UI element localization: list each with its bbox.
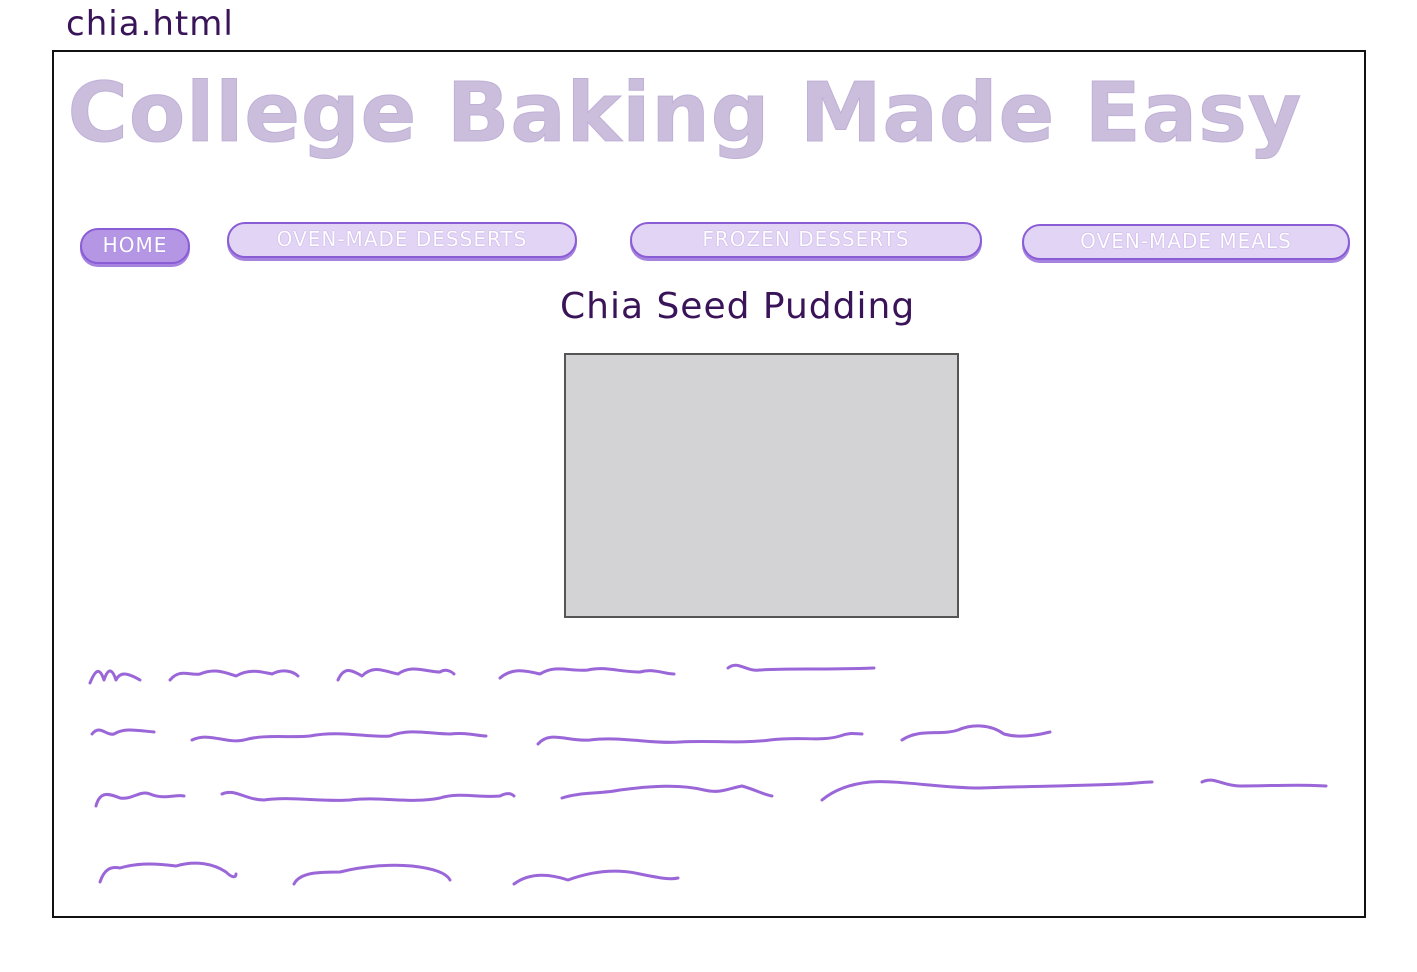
- recipe-title: Chia Seed Pudding: [560, 286, 916, 327]
- nav-oven-made-meals-button[interactable]: OVEN-MADE MEALS: [1022, 224, 1350, 260]
- nav-home-button[interactable]: HOME: [80, 228, 190, 264]
- nav-frozen-desserts-button[interactable]: FROZEN DESSERTS: [630, 222, 982, 258]
- site-title: College Baking Made Easy: [67, 66, 1303, 162]
- page: chia.html College Baking Made Easy HOME …: [0, 0, 1417, 972]
- nav-oven-made-desserts-button[interactable]: OVEN-MADE DESSERTS: [227, 222, 577, 258]
- file-label: chia.html: [66, 4, 234, 44]
- recipe-image-placeholder: [564, 353, 959, 618]
